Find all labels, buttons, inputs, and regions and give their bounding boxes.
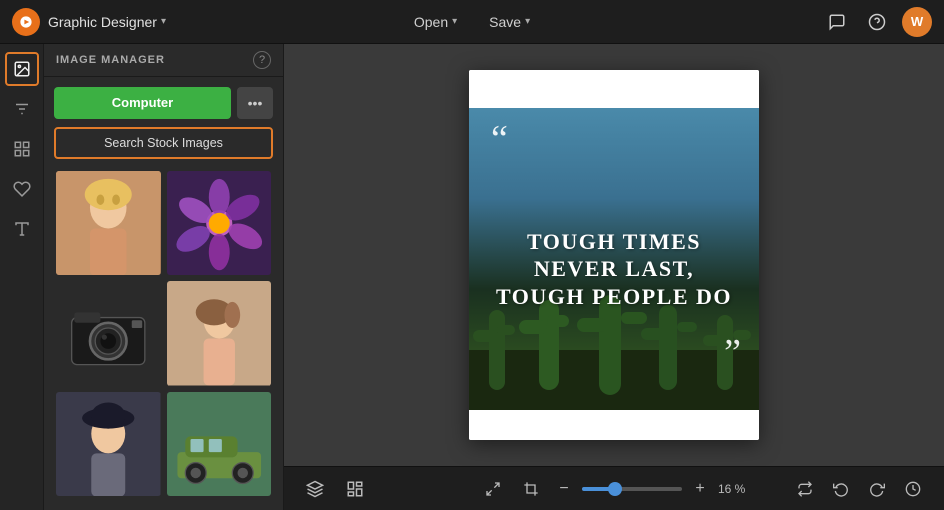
- card-white-top: [469, 70, 759, 108]
- image-manager-panel: IMAGE MANAGER ? Computer ••• Search Stoc…: [44, 44, 284, 510]
- card-image: “ TOUGH TIMES NEVER LAST, TOUGH PEOPLE D…: [469, 108, 759, 410]
- more-options-button[interactable]: •••: [237, 87, 273, 119]
- zoom-minus-button[interactable]: −: [554, 480, 574, 498]
- app-name[interactable]: Graphic Designer ▾: [48, 14, 166, 30]
- layers-button[interactable]: [300, 474, 330, 504]
- chat-icon-button[interactable]: [822, 7, 852, 37]
- icon-sidebar: [0, 44, 44, 510]
- text-sidebar-btn[interactable]: [5, 212, 39, 246]
- favorites-sidebar-btn[interactable]: [5, 172, 39, 206]
- canvas-area: “ TOUGH TIMES NEVER LAST, TOUGH PEOPLE D…: [284, 44, 944, 510]
- quote-open: “: [491, 120, 508, 158]
- redo-button[interactable]: [862, 474, 892, 504]
- open-menu-button[interactable]: Open ▾: [406, 10, 465, 34]
- repeat-button[interactable]: [790, 474, 820, 504]
- topbar-right: W: [822, 7, 932, 37]
- thumbnail-5[interactable]: [56, 392, 161, 497]
- help-icon-button[interactable]: [862, 7, 892, 37]
- zoom-slider[interactable]: [582, 487, 682, 491]
- grid-sidebar-btn[interactable]: [5, 132, 39, 166]
- computer-upload-button[interactable]: Computer: [54, 87, 231, 119]
- panel-help-button[interactable]: ?: [253, 51, 271, 69]
- panel-title: IMAGE MANAGER: [56, 54, 245, 66]
- save-menu-button[interactable]: Save ▾: [481, 10, 538, 34]
- undo-button[interactable]: [826, 474, 856, 504]
- save-chevron: ▾: [525, 16, 530, 27]
- crop-button[interactable]: [516, 474, 546, 504]
- images-sidebar-btn[interactable]: [5, 52, 39, 86]
- app-name-chevron: ▾: [161, 16, 166, 27]
- thumbnail-1[interactable]: [56, 171, 161, 276]
- avatar-initial: W: [911, 14, 923, 29]
- save-label: Save: [489, 14, 521, 30]
- user-avatar[interactable]: W: [902, 7, 932, 37]
- app-name-label: Graphic Designer: [48, 14, 157, 30]
- zoom-plus-button[interactable]: +: [690, 480, 710, 498]
- design-canvas: “ TOUGH TIMES NEVER LAST, TOUGH PEOPLE D…: [469, 70, 759, 440]
- quote-close: ”: [724, 334, 741, 372]
- bottom-right-controls: [790, 474, 928, 504]
- zoom-controls: − + 16 %: [478, 474, 750, 504]
- zoom-percentage: 16 %: [718, 482, 750, 496]
- panel-body: Computer ••• Search Stock Images: [44, 77, 283, 510]
- panel-header: IMAGE MANAGER ?: [44, 44, 283, 77]
- search-stock-button[interactable]: Search Stock Images: [54, 127, 273, 159]
- resize-button[interactable]: [478, 474, 508, 504]
- thumbnail-3[interactable]: [56, 281, 161, 386]
- thumbnail-4[interactable]: [167, 281, 272, 386]
- main-area: IMAGE MANAGER ? Computer ••• Search Stoc…: [0, 44, 944, 510]
- open-chevron: ▾: [452, 16, 457, 27]
- layout-button[interactable]: [340, 474, 370, 504]
- card-white-bottom: [469, 410, 759, 440]
- filters-sidebar-btn[interactable]: [5, 92, 39, 126]
- thumbnail-6[interactable]: [167, 392, 272, 497]
- canvas-workspace[interactable]: “ TOUGH TIMES NEVER LAST, TOUGH PEOPLE D…: [284, 44, 944, 466]
- history-button[interactable]: [898, 474, 928, 504]
- topbar: Graphic Designer ▾ Open ▾ Save ▾ W: [0, 0, 944, 44]
- image-grid: [54, 167, 273, 501]
- topbar-center-menu: Open ▾ Save ▾: [406, 10, 538, 34]
- bottom-bar: − + 16 %: [284, 466, 944, 510]
- app-logo[interactable]: [12, 8, 40, 36]
- open-label: Open: [414, 14, 448, 30]
- thumbnail-2[interactable]: [167, 171, 272, 276]
- upload-row: Computer •••: [54, 87, 273, 119]
- canvas-quote-text[interactable]: TOUGH TIMES NEVER LAST, TOUGH PEOPLE DO: [469, 228, 759, 311]
